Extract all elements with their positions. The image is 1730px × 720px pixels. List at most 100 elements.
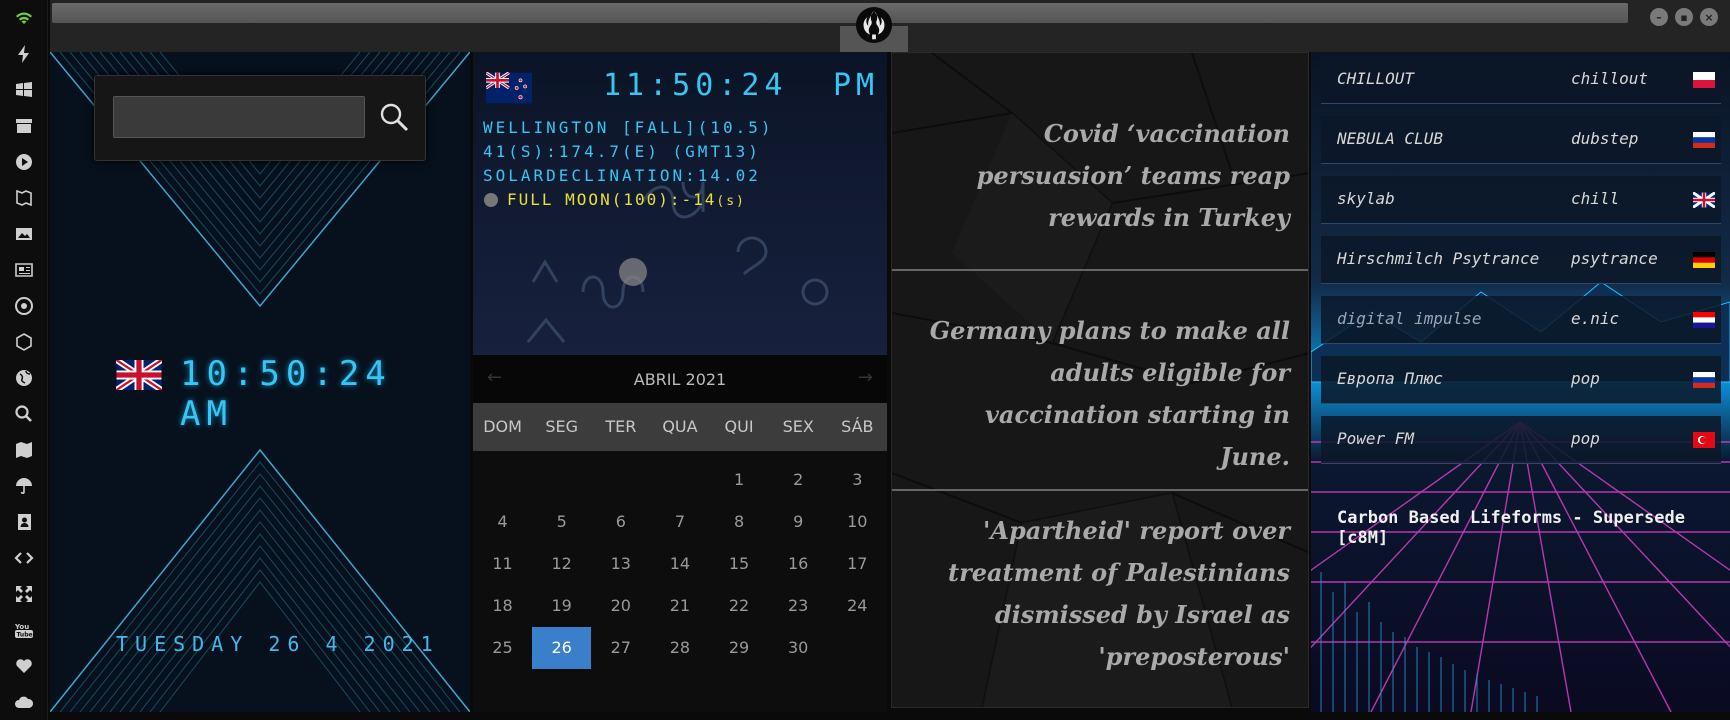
search-button[interactable]	[377, 100, 411, 134]
icon-sidebar: You Tube	[0, 0, 48, 720]
weekday-label: DOM	[483, 417, 522, 436]
map-book-icon[interactable]	[12, 186, 36, 210]
calendar-day[interactable]: 13	[591, 543, 650, 585]
nz-ampm: PM	[833, 68, 880, 103]
youtube-icon[interactable]: You Tube	[12, 618, 36, 642]
news-headline[interactable]: Germany plans to make all adults eligibl…	[912, 310, 1290, 478]
station-name: digital impulse	[1337, 309, 1482, 328]
news-icon[interactable]	[12, 258, 36, 282]
close-button[interactable]: ×	[1700, 8, 1718, 26]
calendar-day[interactable]: 29	[710, 627, 769, 669]
turkey-flag-icon	[1693, 432, 1715, 448]
calendar-day[interactable]: 27	[591, 627, 650, 669]
moon-phase-unit: (s)	[716, 194, 746, 209]
calendar-day[interactable]: 28	[650, 627, 709, 669]
radio-station[interactable]: NEBULA CLUB dubstep	[1321, 116, 1721, 164]
calendar-day[interactable]: 11	[473, 543, 532, 585]
wifi-icon[interactable]	[12, 6, 36, 30]
calendar-day	[650, 459, 709, 501]
top-scroll-track[interactable]	[52, 3, 1628, 23]
weekday-label: SEX	[782, 417, 814, 436]
weekday-label: SÁB	[841, 417, 874, 436]
calendar-week: 25 26 27 28 29 30	[473, 627, 887, 669]
archive-icon[interactable]	[12, 114, 36, 138]
russia-flag-icon	[1693, 132, 1715, 148]
calendar-day[interactable]: 1	[710, 459, 769, 501]
moon-phase-text: FULL MOON(100):-14	[507, 190, 717, 209]
radio-station[interactable]: Hirschmilch Psytrance psytrance	[1321, 236, 1721, 284]
heart-icon[interactable]	[12, 654, 36, 678]
station-genre: chillout	[1571, 69, 1649, 88]
fullscreen-icon[interactable]	[12, 582, 36, 606]
radio-station[interactable]: CHILLOUT chillout	[1321, 56, 1721, 104]
station-name: NEBULA CLUB	[1337, 129, 1443, 148]
calendar-day[interactable]: 14	[650, 543, 709, 585]
calendar-day[interactable]: 20	[591, 585, 650, 627]
calendar-day[interactable]: 15	[710, 543, 769, 585]
calendar-day[interactable]: 23	[769, 585, 828, 627]
svg-text:Tube: Tube	[17, 632, 33, 639]
calendar-day[interactable]: 2	[769, 459, 828, 501]
flash-icon[interactable]	[12, 42, 36, 66]
map-icon[interactable]	[12, 438, 36, 462]
news-divider	[892, 489, 1308, 491]
top-bar: – ▪ ×	[50, 0, 1730, 52]
search-icon[interactable]	[12, 402, 36, 426]
calendar-header: ← ABRIL 2021 →	[473, 355, 887, 403]
play-icon[interactable]	[12, 150, 36, 174]
calendar-day[interactable]: 3	[828, 459, 887, 501]
image-icon[interactable]	[12, 222, 36, 246]
radio-station[interactable]: skylab chill	[1321, 176, 1721, 224]
calendar-day[interactable]: 10	[828, 501, 887, 543]
calendar-day[interactable]: 22	[710, 585, 769, 627]
umbrella-icon[interactable]	[12, 474, 36, 498]
station-name: Европа Плюс	[1337, 369, 1443, 388]
station-genre: dubstep	[1571, 129, 1639, 148]
news-headline[interactable]: Covid ‘vaccination persuasion’ teams rea…	[912, 113, 1290, 239]
next-month-arrow-icon[interactable]: →	[858, 367, 873, 388]
search-input[interactable]	[113, 96, 365, 138]
calendar-day[interactable]: 17	[828, 543, 887, 585]
croatia-flag-icon	[1693, 312, 1715, 328]
calendar-day[interactable]: 8	[710, 501, 769, 543]
settings-wheel-icon[interactable]	[12, 294, 36, 318]
station-name: skylab	[1337, 189, 1395, 208]
calendar-day[interactable]: 21	[650, 585, 709, 627]
radio-station[interactable]: digital impulse e.nic	[1321, 296, 1721, 344]
radio-station[interactable]: Power FM pop	[1321, 416, 1721, 464]
minimize-button[interactable]: –	[1650, 8, 1668, 26]
contacts-icon[interactable]	[12, 510, 36, 534]
code-icon[interactable]	[12, 546, 36, 570]
calendar-week: 18 19 20 21 22 23 24	[473, 585, 887, 627]
calendar-day-today[interactable]: 26	[532, 627, 592, 669]
moon-icon	[484, 193, 498, 207]
nz-time: 11:50:24	[603, 68, 788, 103]
prev-month-arrow-icon[interactable]: ←	[487, 367, 502, 388]
maximize-button[interactable]: ▪	[1675, 8, 1693, 26]
news-divider	[892, 269, 1308, 271]
cloud-icon[interactable]	[12, 690, 36, 714]
calendar-day[interactable]: 4	[473, 501, 532, 543]
calendar-day[interactable]: 25	[473, 627, 532, 669]
calendar-day[interactable]: 18	[473, 585, 532, 627]
calendar-day[interactable]: 16	[769, 543, 828, 585]
calendar-grid: 1 2 3 4 5 6 7 8 9 10 11 12 13 14 15 16 1…	[473, 459, 887, 669]
rebel-alliance-logo-icon[interactable]	[853, 4, 895, 46]
news-headline[interactable]: 'Apartheid' report over treatment of Pal…	[912, 510, 1290, 678]
calendar-day[interactable]: 7	[650, 501, 709, 543]
calendar-day[interactable]: 6	[591, 501, 650, 543]
calendar-day[interactable]: 30	[769, 627, 828, 669]
calendar-day[interactable]: 5	[532, 501, 591, 543]
calendar-day[interactable]: 9	[769, 501, 828, 543]
station-genre: psytrance	[1571, 249, 1658, 268]
globe-icon[interactable]	[12, 366, 36, 390]
calendar-day	[591, 459, 650, 501]
uk-clock-panel: 10:50:24 AM TUESDAY 26 4 2021	[50, 52, 470, 712]
calendar-day[interactable]: 24	[828, 585, 887, 627]
calendar-day[interactable]: 19	[532, 585, 591, 627]
hexagon-icon[interactable]	[12, 330, 36, 354]
station-genre: e.nic	[1571, 309, 1620, 328]
radio-station[interactable]: Европа Плюс pop	[1321, 356, 1721, 404]
calendar-day[interactable]: 12	[532, 543, 591, 585]
windows-icon[interactable]	[12, 78, 36, 102]
